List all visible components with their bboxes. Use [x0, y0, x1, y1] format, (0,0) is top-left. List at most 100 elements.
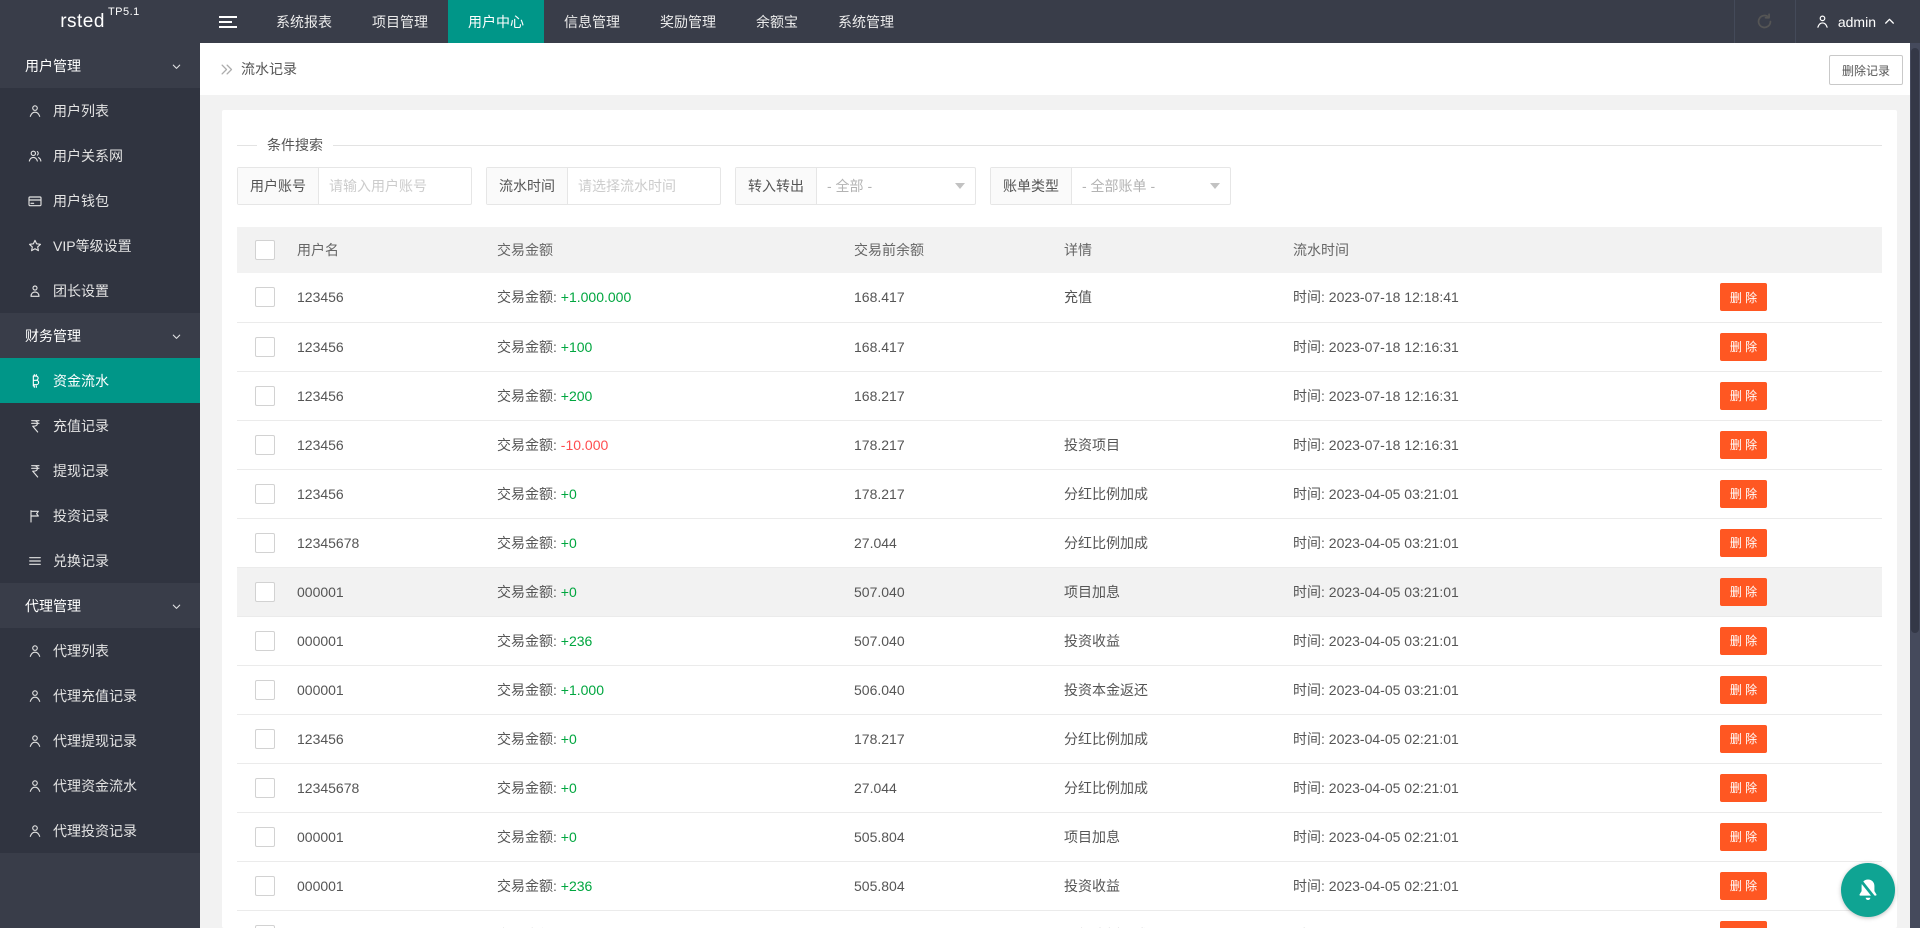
- table-row: 123456 交易金额: +100 168.417 时间: 2023-07-18…: [237, 322, 1882, 371]
- delete-button[interactable]: 删 除: [1720, 529, 1767, 557]
- cell-detail: 分红比例加成: [1064, 910, 1293, 928]
- delete-button[interactable]: 删 除: [1720, 578, 1767, 606]
- amount-prefix: 交易金额:: [497, 388, 561, 404]
- delete-button[interactable]: 删 除: [1720, 382, 1767, 410]
- time-prefix: 时间:: [1293, 289, 1329, 305]
- time-prefix: 时间:: [1293, 633, 1329, 649]
- sidebar-item-label: 兑换记录: [53, 551, 109, 571]
- row-checkbox[interactable]: [255, 582, 275, 602]
- collapse-menu-button[interactable]: [200, 0, 256, 43]
- sidebar-item[interactable]: 代理列表: [0, 628, 200, 673]
- amount-value: +1.000.000: [561, 289, 631, 305]
- nav-item[interactable]: 系统管理: [818, 0, 914, 43]
- cell-username: 123456: [297, 714, 497, 763]
- logo-version: TP5.1: [108, 6, 140, 18]
- row-checkbox[interactable]: [255, 533, 275, 553]
- row-checkbox[interactable]: [255, 876, 275, 896]
- nav-item[interactable]: 余额宝: [736, 0, 818, 43]
- top-menu: 系统报表 项目管理 用户中心 信息管理 奖励管理 余额宝 系统管理: [256, 0, 914, 43]
- search-input[interactable]: [319, 168, 471, 204]
- sidebar-item[interactable]: 充值记录: [0, 403, 200, 448]
- page-scrollbar[interactable]: [1910, 43, 1920, 928]
- delete-button[interactable]: 删 除: [1720, 872, 1767, 900]
- cell-username: 123456: [297, 420, 497, 469]
- sidebar-item[interactable]: 代理投资记录: [0, 808, 200, 853]
- delete-button[interactable]: 删 除: [1720, 333, 1767, 361]
- amount-value: +0: [561, 780, 577, 796]
- delete-button[interactable]: 删 除: [1720, 676, 1767, 704]
- cell-detail: 投资收益: [1064, 616, 1293, 665]
- delete-button[interactable]: 删 除: [1720, 480, 1767, 508]
- search-input[interactable]: [568, 168, 720, 204]
- cell-detail: 分红比例加成: [1064, 518, 1293, 567]
- sidebar-item[interactable]: 代理管理: [0, 583, 200, 628]
- row-checkbox[interactable]: [255, 435, 275, 455]
- row-checkbox[interactable]: [255, 337, 275, 357]
- time-prefix: 时间:: [1293, 388, 1329, 404]
- amount-prefix: 交易金额:: [497, 829, 561, 845]
- sidebar-item[interactable]: 用户钱包: [0, 178, 200, 223]
- nav-item[interactable]: 奖励管理: [640, 0, 736, 43]
- nav-item[interactable]: 用户中心: [448, 0, 544, 43]
- chevron-down-icon: [171, 331, 182, 342]
- sidebar-item[interactable]: 用户列表: [0, 88, 200, 133]
- floating-notification-button[interactable]: [1841, 863, 1895, 917]
- delete-button[interactable]: 删 除: [1720, 774, 1767, 802]
- row-checkbox[interactable]: [255, 631, 275, 651]
- cell-time: 2023-04-05 03:21:01: [1329, 486, 1459, 502]
- table-row: 123456 交易金额: +200 168.217 时间: 2023-07-18…: [237, 371, 1882, 420]
- nav-item-label: 信息管理: [564, 12, 620, 32]
- refresh-button[interactable]: [1734, 0, 1796, 43]
- time-prefix: 时间:: [1293, 878, 1329, 894]
- cell-balance: 507.040: [854, 616, 1064, 665]
- delete-button[interactable]: 删 除: [1720, 921, 1767, 928]
- sidebar-item[interactable]: 代理资金流水: [0, 763, 200, 808]
- sidebar-item[interactable]: 投资记录: [0, 493, 200, 538]
- sidebar-item[interactable]: 用户管理: [0, 43, 200, 88]
- row-checkbox[interactable]: [255, 287, 275, 307]
- delete-button[interactable]: 删 除: [1720, 431, 1767, 459]
- sidebar-item[interactable]: 提现记录: [0, 448, 200, 493]
- cell-username: 123456: [297, 273, 497, 322]
- select-dropdown[interactable]: - 全部 -: [817, 168, 975, 204]
- sidebar-item[interactable]: 用户关系网: [0, 133, 200, 178]
- nav-item[interactable]: 项目管理: [352, 0, 448, 43]
- sidebar-item[interactable]: 兑换记录: [0, 538, 200, 583]
- delete-button[interactable]: 删 除: [1720, 725, 1767, 753]
- row-checkbox[interactable]: [255, 484, 275, 504]
- delete-records-button[interactable]: 删除记录: [1829, 55, 1903, 85]
- row-checkbox[interactable]: [255, 680, 275, 700]
- select-dropdown[interactable]: - 全部账单 -: [1072, 168, 1230, 204]
- sidebar-item-label: 投资记录: [53, 506, 109, 526]
- sidebar-item[interactable]: 财务管理: [0, 313, 200, 358]
- sidebar-item[interactable]: 团长设置: [0, 268, 200, 313]
- admin-menu[interactable]: admin: [1796, 0, 1920, 43]
- cell-username: 000001: [297, 812, 497, 861]
- sidebar-item[interactable]: 代理充值记录: [0, 673, 200, 718]
- amount-value: +0: [561, 731, 577, 747]
- double-angle-right-icon: [219, 62, 234, 77]
- delete-button[interactable]: 删 除: [1720, 283, 1767, 311]
- delete-button[interactable]: 删 除: [1720, 823, 1767, 851]
- caret-down-icon: [955, 183, 965, 194]
- amount-value: +236: [561, 633, 593, 649]
- scrollbar-thumb[interactable]: [1911, 48, 1919, 633]
- flow-records-table: 用户名 交易金额 交易前余额 详情 流水时间 123456 交易金额: +1.0…: [237, 227, 1882, 928]
- nav-item[interactable]: 系统报表: [256, 0, 352, 43]
- caret-down-icon: [1210, 183, 1220, 194]
- nav-item[interactable]: 信息管理: [544, 0, 640, 43]
- search-field-group: 转入转出 - 全部 -: [735, 167, 976, 205]
- sidebar-item-label: 用户关系网: [53, 146, 123, 166]
- sidebar-item-icon: [26, 552, 43, 569]
- sidebar-item[interactable]: 资金流水: [0, 358, 200, 403]
- sidebar-item[interactable]: VIP等级设置: [0, 223, 200, 268]
- select-all-checkbox[interactable]: [255, 240, 275, 260]
- row-checkbox[interactable]: [255, 729, 275, 749]
- sidebar-item[interactable]: 代理提现记录: [0, 718, 200, 763]
- row-checkbox[interactable]: [255, 778, 275, 798]
- cell-time: 2023-04-05 02:21:01: [1329, 731, 1459, 747]
- delete-button[interactable]: 删 除: [1720, 627, 1767, 655]
- row-checkbox[interactable]: [255, 386, 275, 406]
- cell-balance: 168.217: [854, 371, 1064, 420]
- row-checkbox[interactable]: [255, 827, 275, 847]
